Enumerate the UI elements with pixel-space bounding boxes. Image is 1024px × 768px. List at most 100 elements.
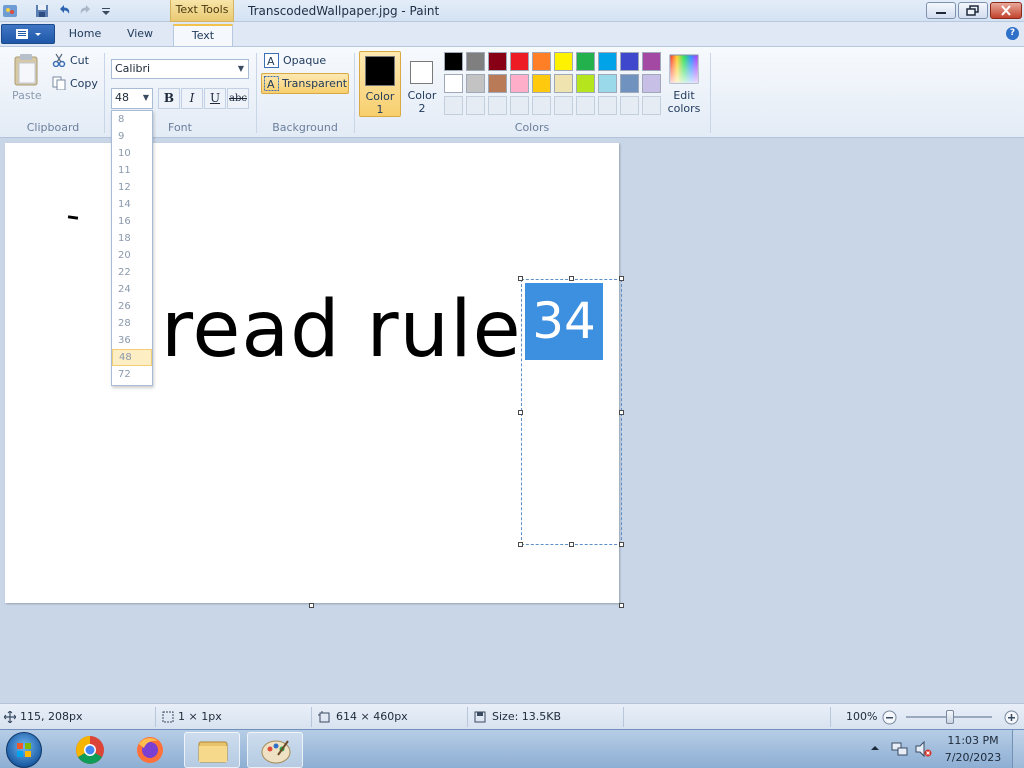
font-size-option[interactable]: 11 bbox=[112, 162, 152, 179]
strikethrough-button[interactable]: abc bbox=[227, 88, 249, 109]
palette-swatch[interactable] bbox=[620, 74, 639, 93]
palette-swatch-empty[interactable] bbox=[598, 96, 617, 115]
help-icon[interactable]: ? bbox=[1006, 27, 1019, 40]
opaque-icon[interactable]: A bbox=[264, 53, 279, 68]
tab-text[interactable]: Text bbox=[173, 24, 233, 46]
redo-icon[interactable] bbox=[78, 3, 94, 19]
text-box[interactable]: 34 bbox=[518, 276, 624, 547]
paste-button[interactable]: Paste bbox=[12, 89, 42, 102]
font-size-option[interactable]: 12 bbox=[112, 179, 152, 196]
palette-swatch[interactable] bbox=[510, 74, 529, 93]
taskbar-chrome[interactable] bbox=[62, 732, 118, 768]
close-button[interactable] bbox=[990, 2, 1022, 19]
tab-view[interactable]: View bbox=[118, 24, 162, 46]
palette-swatch-empty[interactable] bbox=[642, 96, 661, 115]
font-size-option[interactable]: 24 bbox=[112, 281, 152, 298]
italic-button[interactable]: I bbox=[181, 88, 203, 109]
palette-swatch-empty[interactable] bbox=[620, 96, 639, 115]
taskbar-firefox[interactable] bbox=[122, 732, 178, 768]
paint-app-icon[interactable] bbox=[2, 3, 18, 19]
palette-swatch[interactable] bbox=[488, 52, 507, 71]
palette-swatch[interactable] bbox=[642, 52, 661, 71]
opaque-button[interactable]: Opaque bbox=[283, 54, 326, 67]
tab-home[interactable]: Home bbox=[62, 24, 108, 46]
copy-button[interactable]: Copy bbox=[70, 77, 98, 90]
font-size-option[interactable]: 72 bbox=[112, 366, 152, 383]
palette-swatch[interactable] bbox=[576, 52, 595, 71]
palette-swatch-empty[interactable] bbox=[532, 96, 551, 115]
palette-swatch[interactable] bbox=[598, 74, 617, 93]
palette-swatch-empty[interactable] bbox=[576, 96, 595, 115]
zoom-in-icon[interactable] bbox=[1004, 710, 1019, 725]
customize-quick-access-icon[interactable] bbox=[98, 3, 114, 19]
palette-swatch-empty[interactable] bbox=[554, 96, 573, 115]
palette-swatch-empty[interactable] bbox=[488, 96, 507, 115]
network-icon[interactable] bbox=[890, 740, 908, 758]
chevron-down-icon[interactable]: ▼ bbox=[238, 60, 244, 77]
font-size-option[interactable]: 9 bbox=[112, 128, 152, 145]
resize-handle[interactable] bbox=[518, 276, 523, 281]
show-hidden-icons-icon[interactable] bbox=[870, 743, 880, 753]
font-size-option[interactable]: 14 bbox=[112, 196, 152, 213]
color2-button[interactable]: Color 2 bbox=[404, 51, 440, 117]
start-button[interactable] bbox=[6, 732, 42, 768]
taskbar-paint[interactable] bbox=[247, 732, 303, 768]
drawing-canvas[interactable]: read rule 34 bbox=[5, 143, 624, 603]
resize-handle[interactable] bbox=[569, 542, 574, 547]
cut-button[interactable]: Cut bbox=[70, 54, 89, 67]
taskbar-explorer[interactable] bbox=[184, 732, 240, 768]
clock-time[interactable]: 11:03 PM bbox=[940, 734, 1006, 747]
font-size-option[interactable]: 26 bbox=[112, 298, 152, 315]
palette-swatch[interactable] bbox=[510, 52, 529, 71]
canvas-resize-handle[interactable] bbox=[309, 603, 314, 608]
cut-icon[interactable] bbox=[52, 53, 66, 67]
resize-handle[interactable] bbox=[619, 276, 624, 281]
paint-menu-button[interactable] bbox=[1, 24, 55, 44]
palette-swatch[interactable] bbox=[466, 74, 485, 93]
font-size-combo[interactable]: 48 ▼ bbox=[111, 88, 153, 109]
volume-muted-icon[interactable] bbox=[914, 740, 932, 758]
minimize-button[interactable] bbox=[926, 2, 956, 19]
edit-colors-button[interactable]: Edit colors bbox=[667, 51, 701, 117]
copy-icon[interactable] bbox=[52, 76, 66, 90]
palette-swatch-empty[interactable] bbox=[466, 96, 485, 115]
font-size-option[interactable]: 22 bbox=[112, 264, 152, 281]
resize-handle[interactable] bbox=[518, 410, 523, 415]
resize-handle[interactable] bbox=[619, 410, 624, 415]
underline-button[interactable]: U bbox=[204, 88, 226, 109]
resize-handle[interactable] bbox=[518, 542, 523, 547]
font-family-combo[interactable]: Calibri ▼ bbox=[111, 59, 249, 79]
show-desktop-button[interactable] bbox=[1012, 730, 1024, 768]
font-size-option[interactable]: 36 bbox=[112, 332, 152, 349]
font-size-option[interactable]: 8 bbox=[112, 111, 152, 128]
palette-swatch-empty[interactable] bbox=[510, 96, 529, 115]
zoom-slider-thumb[interactable] bbox=[946, 710, 954, 724]
palette-swatch[interactable] bbox=[642, 74, 661, 93]
palette-swatch[interactable] bbox=[554, 52, 573, 71]
paste-icon[interactable] bbox=[12, 53, 42, 87]
transparent-button[interactable]: A Transparent bbox=[261, 73, 349, 94]
resize-handle[interactable] bbox=[569, 276, 574, 281]
selected-text[interactable]: 34 bbox=[525, 283, 603, 360]
palette-swatch[interactable] bbox=[466, 52, 485, 71]
palette-swatch[interactable] bbox=[620, 52, 639, 71]
palette-swatch-empty[interactable] bbox=[444, 96, 463, 115]
palette-swatch[interactable] bbox=[532, 52, 551, 71]
palette-swatch[interactable] bbox=[444, 74, 463, 93]
resize-handle[interactable] bbox=[619, 542, 624, 547]
color1-button[interactable]: Color 1 bbox=[359, 51, 401, 117]
font-size-option[interactable]: 20 bbox=[112, 247, 152, 264]
font-size-option[interactable]: 48 bbox=[112, 349, 152, 366]
save-icon[interactable] bbox=[34, 3, 50, 19]
chevron-down-icon[interactable]: ▼ bbox=[143, 89, 149, 106]
restore-button[interactable] bbox=[958, 2, 988, 19]
font-size-option[interactable]: 16 bbox=[112, 213, 152, 230]
palette-swatch[interactable] bbox=[488, 74, 507, 93]
palette-swatch[interactable] bbox=[444, 52, 463, 71]
font-size-option[interactable]: 28 bbox=[112, 315, 152, 332]
bold-button[interactable]: B bbox=[158, 88, 180, 109]
font-size-option[interactable]: 10 bbox=[112, 145, 152, 162]
clock-date[interactable]: 7/20/2023 bbox=[940, 751, 1006, 764]
zoom-out-icon[interactable] bbox=[882, 710, 897, 725]
palette-swatch[interactable] bbox=[554, 74, 573, 93]
